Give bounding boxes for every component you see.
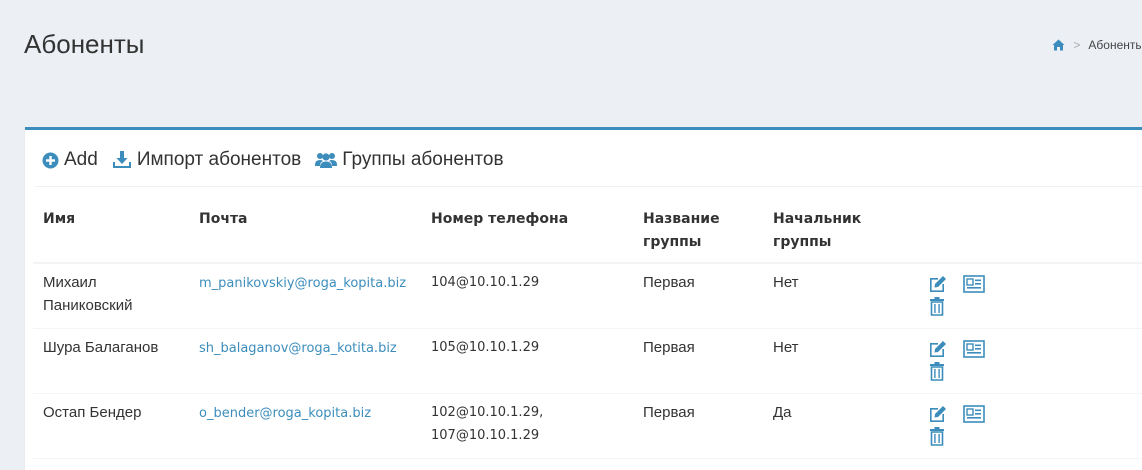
table-row: Остап Бендер o_bender@roga_kopita.biz 10…: [33, 393, 1142, 459]
toolbar-divider: [35, 186, 1142, 187]
add-button[interactable]: Add: [42, 149, 98, 171]
trash-icon[interactable]: [927, 296, 947, 316]
contact-card-icon[interactable]: [963, 339, 985, 359]
contact-card-icon[interactable]: [963, 274, 985, 294]
column-header-name[interactable]: Имя: [33, 200, 189, 264]
breadcrumb-current: Абоненты: [1088, 38, 1142, 52]
cell-group-name: Первая: [633, 393, 763, 459]
home-icon[interactable]: [1052, 39, 1065, 51]
add-button-label: Add: [64, 149, 98, 170]
column-header-group-head[interactable]: Начальник группы: [763, 200, 917, 264]
cell-group-head: Нет: [763, 263, 917, 329]
import-subscribers-button[interactable]: Импорт абонентов: [112, 149, 301, 171]
breadcrumb-separator: >: [1073, 38, 1081, 52]
users-icon: [315, 151, 342, 169]
cell-phone: 104@10.10.1.29: [421, 263, 633, 329]
page-title: Абоненты: [24, 29, 145, 59]
subscriber-groups-button[interactable]: Группы абонентов: [315, 149, 504, 171]
plus-circle-icon: [42, 152, 64, 169]
column-header-group-name[interactable]: Название группы: [633, 200, 763, 264]
cell-email: sh_balaganov@roga_kotita.biz: [189, 328, 421, 394]
cell-group-name: Первая: [633, 328, 763, 394]
cell-group-name: Первая: [633, 263, 763, 329]
cell-name: Остап Бендер: [33, 393, 189, 459]
email-link[interactable]: o_bender@roga_kopita.biz: [199, 406, 371, 421]
cell-email: m_panikovskiy@roga_kopita.biz: [189, 263, 421, 329]
subscribers-panel: Add Импорт абонентов Группы абонентов Им…: [25, 127, 1142, 470]
column-header-email[interactable]: Почта: [189, 200, 421, 264]
cell-actions: [917, 393, 1142, 459]
email-link[interactable]: m_panikovskiy@roga_kopita.biz: [199, 276, 406, 291]
toolbar: Add Импорт абонентов Группы абонентов: [42, 149, 518, 171]
cell-actions: [917, 328, 1142, 394]
table-header-row: Имя Почта Номер телефона Название группы…: [33, 200, 1142, 264]
email-link[interactable]: sh_balaganov@roga_kotita.biz: [199, 341, 397, 356]
subscriber-groups-label: Группы абонентов: [342, 149, 504, 170]
cell-actions: [917, 263, 1142, 329]
cell-phone: 102@10.10.1.29, 107@10.10.1.29: [421, 393, 633, 459]
contact-card-icon[interactable]: [963, 404, 985, 424]
cell-name: Михаил Паниковский: [33, 263, 189, 329]
edit-icon[interactable]: [927, 274, 947, 294]
column-header-phone[interactable]: Номер телефона: [421, 200, 633, 264]
edit-icon[interactable]: [927, 404, 947, 424]
trash-icon[interactable]: [927, 361, 947, 381]
download-icon: [112, 151, 137, 169]
cell-email: o_bender@roga_kopita.biz: [189, 393, 421, 459]
table-row: Михаил Паниковский m_panikovskiy@roga_ko…: [33, 263, 1142, 329]
subscribers-table: Имя Почта Номер телефона Название группы…: [33, 200, 1142, 459]
cell-group-head: Нет: [763, 328, 917, 394]
edit-icon[interactable]: [927, 339, 947, 359]
breadcrumb: > Абоненты: [1052, 38, 1142, 52]
cell-name: Шура Балаганов: [33, 328, 189, 394]
import-subscribers-label: Импорт абонентов: [136, 149, 302, 170]
cell-phone: 105@10.10.1.29: [421, 328, 633, 394]
table-row: Шура Балаганов sh_balaganov@roga_kotita.…: [33, 328, 1142, 394]
cell-group-head: Да: [763, 393, 917, 459]
trash-icon[interactable]: [927, 426, 947, 446]
column-header-actions: [917, 200, 1142, 264]
